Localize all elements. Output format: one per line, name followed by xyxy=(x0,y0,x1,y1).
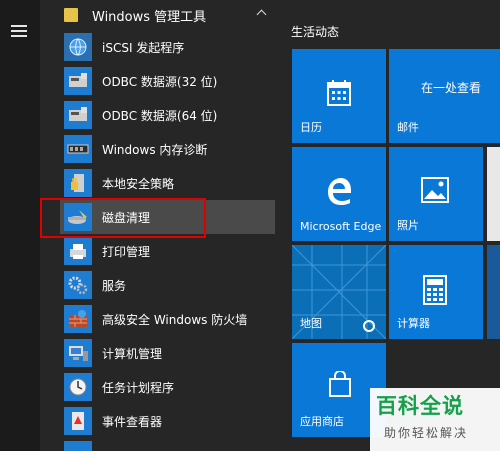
tile-label: 日历 xyxy=(300,121,322,134)
tile-label: 地图 xyxy=(300,317,322,330)
watermark-sub: 助你轻松解决 xyxy=(384,426,469,440)
database-icon xyxy=(64,101,92,129)
clock-icon xyxy=(64,373,92,401)
photos-icon xyxy=(421,177,449,203)
app-item-odbc-32[interactable]: ODBC 数据源(32 位) xyxy=(60,64,275,98)
tile-partial-blue[interactable] xyxy=(487,245,500,339)
app-label: 任务计划程序 xyxy=(102,380,175,395)
app-label: 服务 xyxy=(102,278,127,293)
memory-chip-icon xyxy=(64,135,92,163)
tile-partial-white[interactable] xyxy=(487,147,500,241)
mail-preview-text: 在一处查看 xyxy=(421,81,482,95)
database-icon xyxy=(64,67,92,95)
computer-management-icon xyxy=(64,339,92,367)
section-title: 生活动态 xyxy=(291,25,340,39)
app-label: 事件查看器 xyxy=(102,414,163,429)
firewall-icon xyxy=(64,305,92,333)
app-label: 打印管理 xyxy=(102,244,151,259)
calculator-icon xyxy=(423,275,447,305)
tile-mail[interactable]: 在一处查看 邮件 xyxy=(389,49,500,143)
app-item-iscsi[interactable]: iSCSI 发起程序 xyxy=(60,30,275,64)
gears-icon xyxy=(64,271,92,299)
app-label: ODBC 数据源(64 位) xyxy=(102,108,218,123)
tile-calculator[interactable]: 计算器 xyxy=(389,245,483,339)
app-item-memory-diagnostic[interactable]: Windows 内存诊断 xyxy=(60,132,275,166)
tile-label: 照片 xyxy=(397,219,419,232)
app-label: Windows 内存诊断 xyxy=(102,142,208,157)
folder-icon xyxy=(64,8,78,22)
globe-icon xyxy=(64,33,92,61)
live-tiles-panel: 生活动态 日历 在一处查看 邮件 Microsoft Edge 照片 地图 计算… xyxy=(275,0,500,451)
app-item-firewall[interactable]: 高级安全 Windows 防火墙 xyxy=(60,302,275,336)
app-label: ODBC 数据源(32 位) xyxy=(102,74,218,89)
app-item-more[interactable] xyxy=(60,438,275,451)
tile-microsoft-edge[interactable]: Microsoft Edge xyxy=(292,147,386,241)
group-label: Windows 管理工具 xyxy=(92,9,207,25)
app-item-local-security-policy[interactable]: 本地安全策略 xyxy=(60,166,275,200)
tile-maps[interactable]: 地图 xyxy=(292,245,386,339)
hamburger-menu-icon[interactable] xyxy=(11,25,27,37)
edge-icon xyxy=(324,175,354,205)
tile-label: 邮件 xyxy=(397,121,419,134)
watermark: 百科全说 助你轻松解决 xyxy=(370,388,500,451)
app-item-services[interactable]: 服务 xyxy=(60,268,275,302)
app-item-print-management[interactable]: 打印管理 xyxy=(60,234,275,268)
tile-photos[interactable]: 照片 xyxy=(389,147,483,241)
store-bag-icon xyxy=(328,371,352,397)
app-item-computer-management[interactable]: 计算机管理 xyxy=(60,336,275,370)
app-item-event-viewer[interactable]: 事件查看器 xyxy=(60,404,275,438)
tile-label: Microsoft Edge xyxy=(300,220,382,233)
chevron-up-icon xyxy=(256,9,267,20)
app-label: iSCSI 发起程序 xyxy=(102,40,185,55)
app-icon xyxy=(64,441,92,451)
app-label: 计算机管理 xyxy=(102,346,163,361)
app-item-odbc-64[interactable]: ODBC 数据源(64 位) xyxy=(60,98,275,132)
event-viewer-icon xyxy=(64,407,92,435)
tile-label: 应用商店 xyxy=(300,415,344,428)
app-label: 高级安全 Windows 防火墙 xyxy=(102,312,248,327)
start-menu-rail xyxy=(0,0,40,451)
printer-icon xyxy=(64,237,92,265)
security-policy-icon xyxy=(64,169,92,197)
app-item-task-scheduler[interactable]: 任务计划程序 xyxy=(60,370,275,404)
tile-label: 计算器 xyxy=(397,317,430,330)
watermark-main: 百科全说 xyxy=(376,394,464,418)
tile-calendar[interactable]: 日历 xyxy=(292,49,386,143)
group-header-windows-admin-tools[interactable]: Windows 管理工具 xyxy=(58,0,275,30)
highlight-box xyxy=(40,198,206,238)
app-label: 本地安全策略 xyxy=(102,176,175,191)
calendar-icon xyxy=(326,79,352,107)
